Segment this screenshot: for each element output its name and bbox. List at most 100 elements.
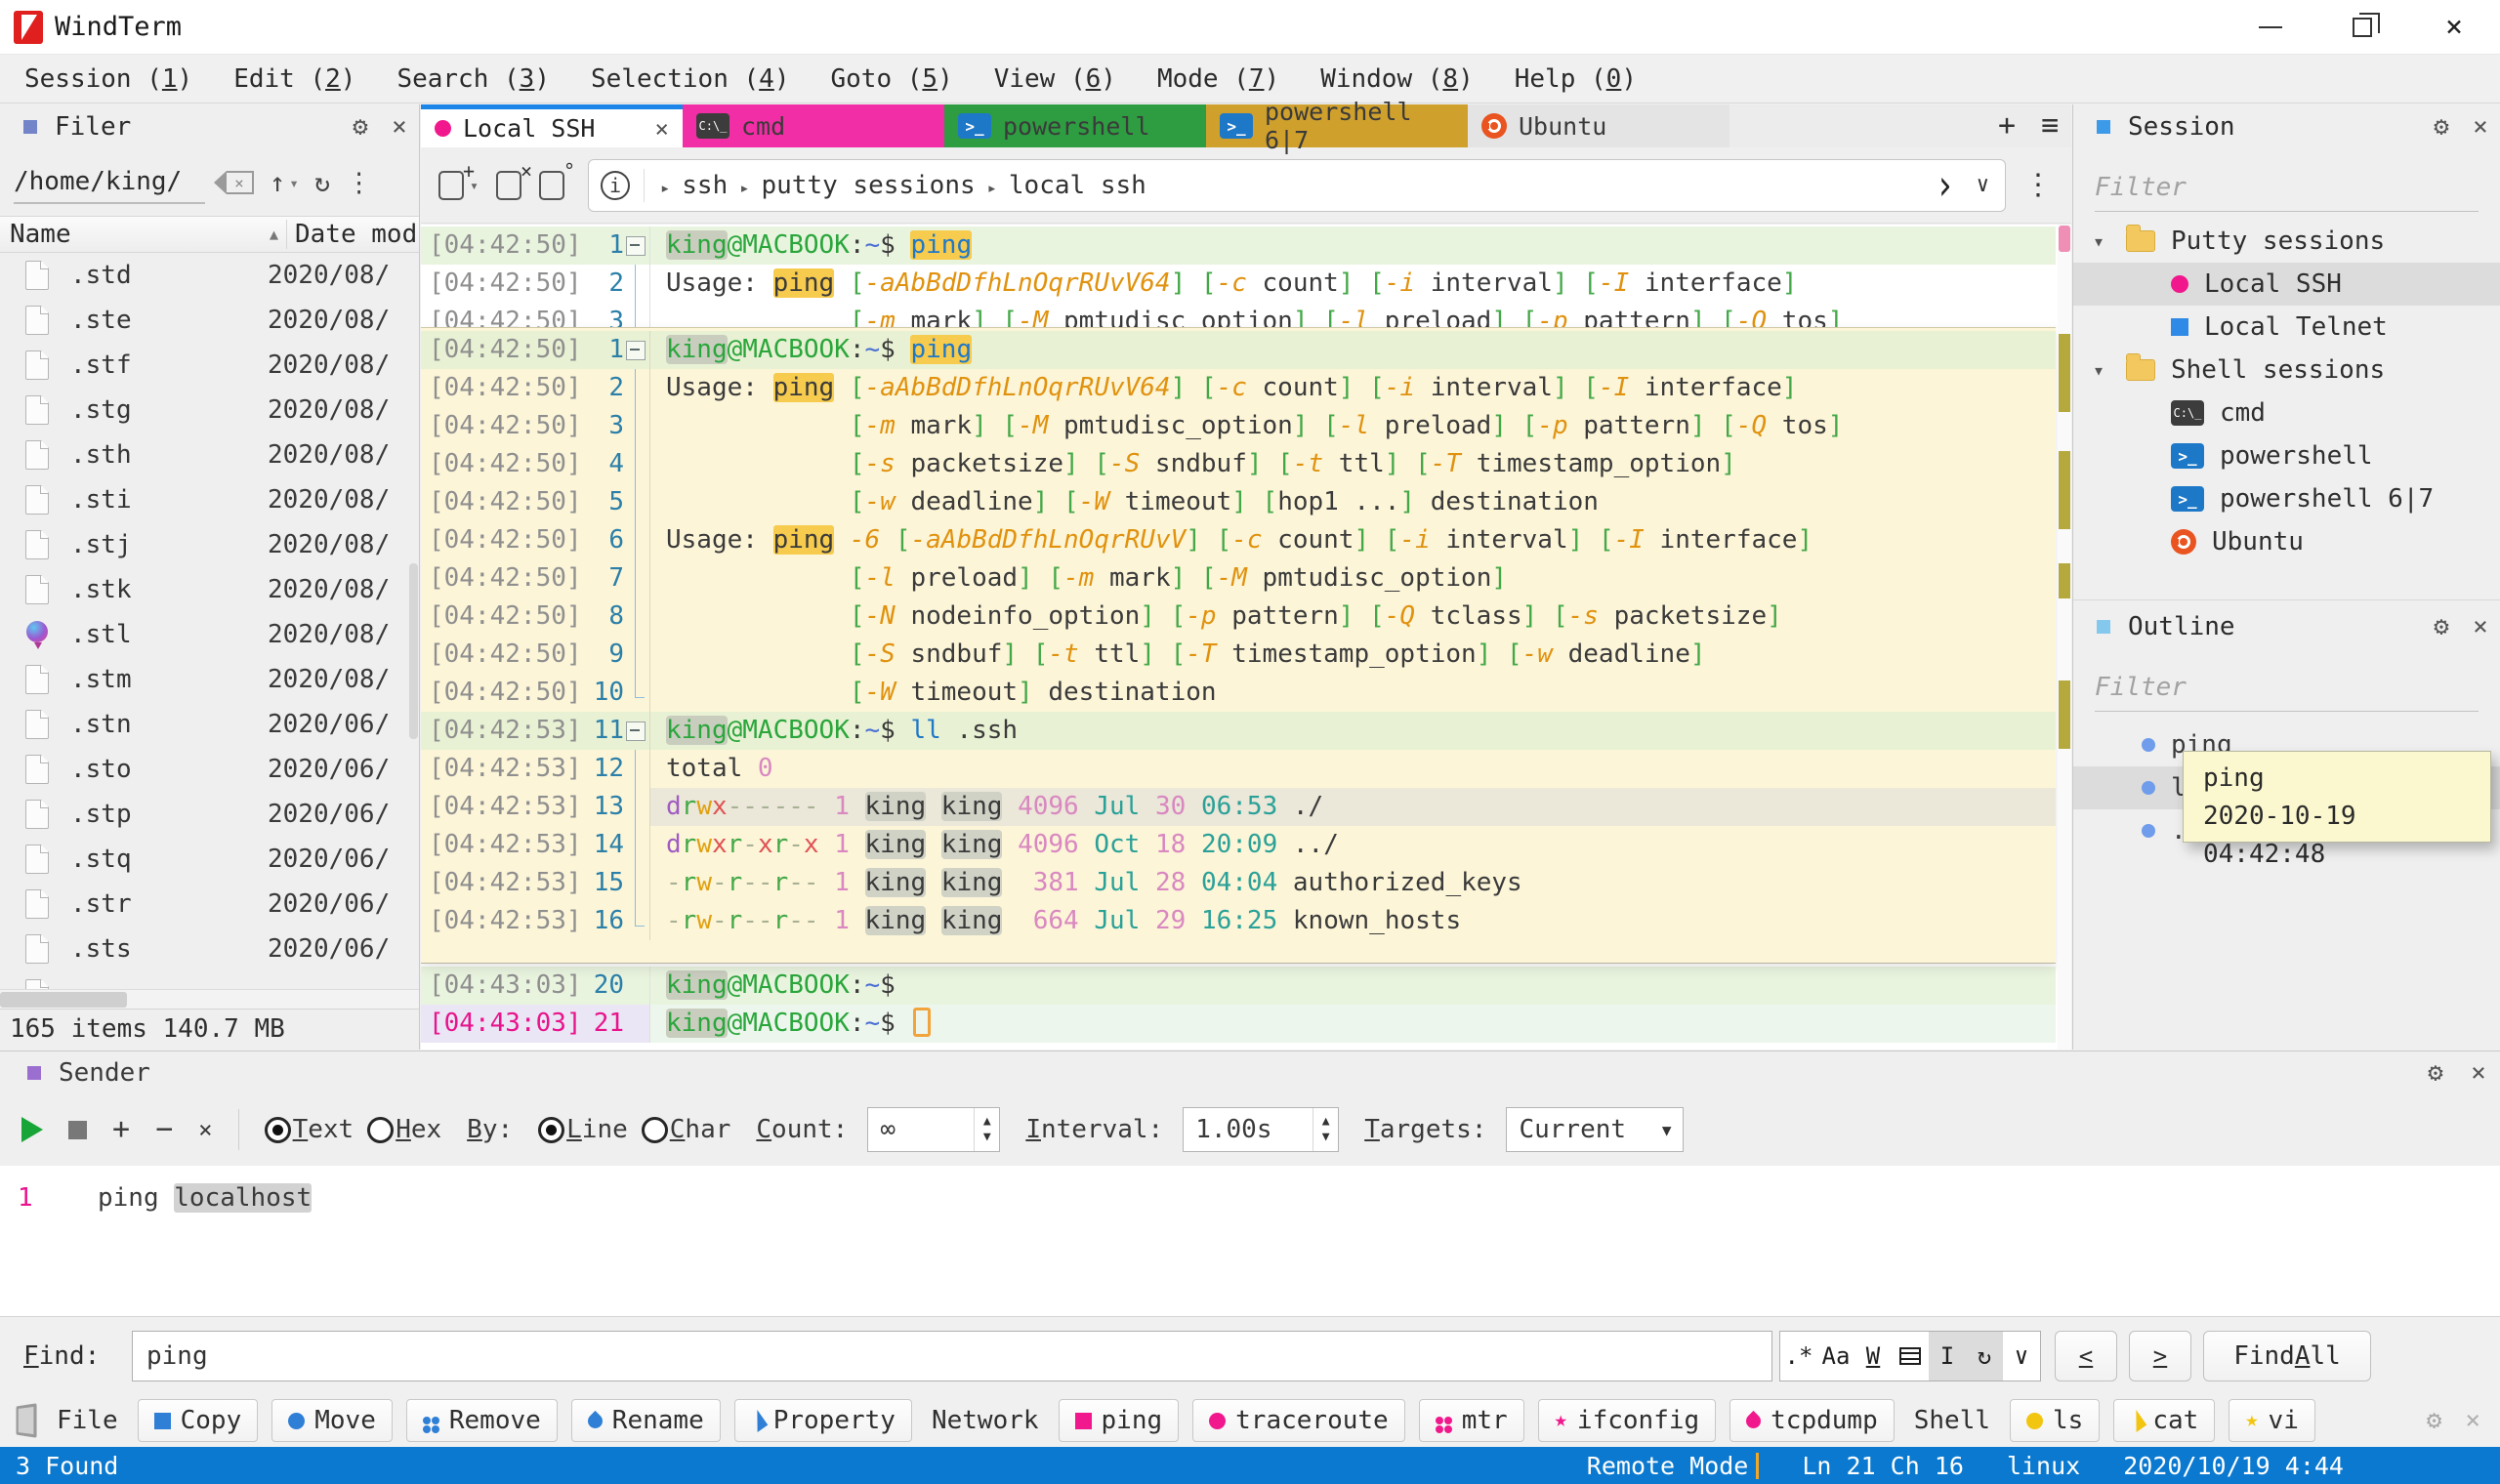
file-row[interactable]: .sth 2020/08/ (0, 433, 419, 477)
count-spin-buttons[interactable]: ▲ ▼ (974, 1108, 999, 1151)
format-radio-hex[interactable] (367, 1116, 395, 1143)
filer-menu-icon[interactable]: ⋮ (346, 168, 372, 198)
tab-ubuntu[interactable]: Ubuntu (1468, 104, 1729, 147)
minimize-button[interactable] (2225, 0, 2316, 55)
up-directory-dropdown-icon[interactable]: ▾ (289, 174, 299, 192)
session-item-powershell-6-7[interactable]: >_ powershell 6|7 (2073, 477, 2500, 520)
toolbar-button-property[interactable]: Property (733, 1399, 912, 1442)
refresh-icon[interactable]: ↻ (314, 168, 330, 198)
menu-item-edit[interactable]: Edit (2) (213, 55, 376, 103)
remove-line-icon[interactable]: − (155, 1115, 173, 1144)
toolbar-button-mtr[interactable]: mtr (1418, 1399, 1524, 1442)
chevron-down-icon[interactable]: ▾ (2093, 229, 2118, 253)
scrollbar-handle[interactable] (2059, 226, 2070, 252)
fold-marker-icon[interactable] (624, 712, 649, 750)
terminal[interactable]: [04:42:50] 1 king@MACBOOK:~$ ping [04:42:50… (421, 225, 2071, 1050)
file-row[interactable]: .ste 2020/08/ (0, 298, 419, 343)
menu-item-view[interactable]: View (6) (974, 55, 1137, 103)
tab-list-icon[interactable]: ≡ (2028, 104, 2071, 147)
by-radio-line[interactable] (538, 1116, 565, 1143)
session-item-local-telnet[interactable]: Local Telnet (2073, 306, 2500, 349)
filer-settings-icon[interactable]: ⚙ (341, 112, 380, 142)
count-value[interactable]: ∞ (868, 1115, 974, 1144)
restore-button[interactable] (2316, 0, 2408, 55)
file-row[interactable]: .stm 2020/08/ (0, 657, 419, 702)
find-options-icon[interactable]: ∨ (2003, 1332, 2040, 1381)
toolbar-button-ifconfig[interactable]: ★ ifconfig (1537, 1399, 1717, 1442)
incremental-icon[interactable]: I (1929, 1332, 1966, 1381)
match-case-icon[interactable]: Aa (1817, 1332, 1854, 1381)
file-row[interactable]: .sts 2020/06/ (0, 927, 419, 971)
menu-item-help[interactable]: Help (0) (1494, 55, 1657, 103)
door-icon[interactable] (16, 1403, 37, 1438)
file-row[interactable]: .stg 2020/08/ (0, 388, 419, 433)
count-spinner[interactable]: ∞ ▲ ▼ (867, 1107, 1001, 1152)
terminal-menu-icon[interactable]: ⋮ (2023, 168, 2053, 202)
sender-editor[interactable]: 1 ping localhost (0, 1166, 2500, 1316)
outline-settings-icon[interactable]: ⚙ (2422, 612, 2461, 641)
file-row[interactable]: .stf 2020/08/ (0, 343, 419, 388)
regex-icon[interactable]: .* (1780, 1332, 1817, 1381)
file-row[interactable] (0, 971, 419, 989)
clear-path-icon[interactable]: × (214, 171, 254, 194)
send-play-icon[interactable] (21, 1117, 43, 1142)
file-row[interactable]: .sti 2020/08/ (0, 477, 419, 522)
find-previous-button[interactable]: < (2055, 1331, 2117, 1381)
find-all-button[interactable]: Find All (2203, 1331, 2371, 1381)
file-row[interactable]: .stk 2020/08/ (0, 567, 419, 612)
info-icon[interactable]: i (601, 170, 631, 200)
filer-path-input[interactable] (14, 161, 205, 204)
fold-marker-icon[interactable] (624, 331, 649, 369)
sender-close-icon[interactable]: × (2457, 1058, 2500, 1088)
close-button[interactable]: × (2408, 0, 2500, 55)
session-item-cmd[interactable]: C:\_ cmd (2073, 392, 2500, 434)
mode-indicator[interactable]: Remote Mode (1587, 1452, 1749, 1480)
targets-dropdown[interactable]: Current ▼ (1506, 1107, 1685, 1152)
filer-close-icon[interactable]: × (380, 112, 419, 142)
interval-spinner[interactable]: 1.00s ▲ ▼ (1183, 1107, 1340, 1152)
toolbar-button-ls[interactable]: ls (2010, 1399, 2101, 1442)
platform-indicator[interactable]: linux (2007, 1452, 2080, 1480)
file-row[interactable]: .stq 2020/06/ (0, 837, 419, 882)
cursor-position[interactable]: Ln 21 Ch 16 (1802, 1452, 1964, 1480)
column-name[interactable]: Name ▲ (0, 220, 286, 249)
session-group[interactable]: ▾ Shell sessions (2073, 349, 2500, 392)
go-icon[interactable]: › (1935, 161, 1954, 210)
tab-cmd[interactable]: C:\_ cmd (683, 104, 944, 147)
filer-vertical-scrollbar[interactable] (409, 563, 418, 739)
session-close-icon[interactable]: × (2461, 112, 2500, 142)
new-session-icon[interactable]: + (438, 159, 475, 200)
menu-item-mode[interactable]: Mode (7) (1137, 55, 1300, 103)
add-line-icon[interactable]: + (112, 1115, 130, 1144)
toolbar-button-remove[interactable]: Remove (405, 1399, 558, 1442)
toolbar-button-copy[interactable]: Copy (137, 1399, 259, 1442)
terminal-scrollbar[interactable] (2058, 225, 2071, 1050)
tab-powershell[interactable]: >_ powershell (944, 104, 1206, 147)
send-stop-icon[interactable] (68, 1120, 87, 1139)
by-radio-char[interactable] (641, 1116, 668, 1143)
format-radio-text[interactable] (264, 1116, 291, 1143)
filer-horizontal-scrollbar[interactable] (0, 989, 419, 1009)
file-row[interactable]: .stj 2020/08/ (0, 522, 419, 567)
wrap-around-icon[interactable]: ↻ (1966, 1332, 2003, 1381)
column-date-modified[interactable]: Date mod (286, 220, 419, 249)
close-session-icon[interactable]: × (496, 159, 532, 200)
tab-local-ssh[interactable]: Local SSH × (421, 104, 683, 147)
toolbar-close-icon[interactable]: × (2465, 1406, 2480, 1435)
menu-item-selection[interactable]: Selection (4) (570, 55, 811, 103)
menu-item-goto[interactable]: Goto (5) (810, 55, 973, 103)
toolbar-button-rename[interactable]: Rename (570, 1399, 721, 1442)
clear-icon[interactable]: × (198, 1118, 212, 1141)
address-dropdown-icon[interactable]: ∨ (1977, 173, 1989, 197)
toolbar-settings-icon[interactable]: ⚙ (2427, 1406, 2442, 1435)
outline-close-icon[interactable]: × (2461, 612, 2500, 641)
toolbar-button-cat[interactable]: cat (2113, 1399, 2216, 1442)
toolbar-button-ping[interactable]: ping (1058, 1399, 1180, 1442)
file-row[interactable]: .stl 2020/08/ (0, 612, 419, 657)
file-row[interactable]: .std 2020/08/ (0, 253, 419, 298)
session-item-local-ssh[interactable]: Local SSH (2073, 263, 2500, 306)
in-selection-icon[interactable] (1892, 1332, 1929, 1381)
toolbar-button-vi[interactable]: ★ vi (2229, 1399, 2315, 1442)
up-directory-icon[interactable]: ↑ (270, 168, 285, 198)
clone-session-icon[interactable]: ° (539, 159, 575, 200)
